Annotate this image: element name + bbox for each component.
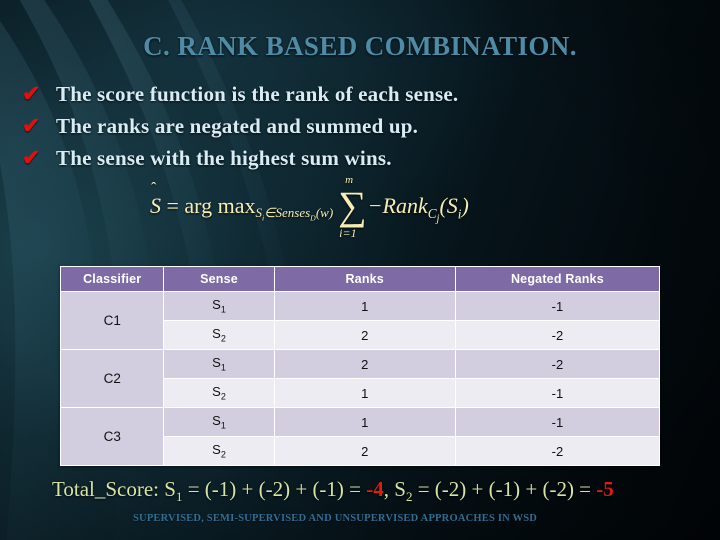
cell-sense-index: 1 — [220, 420, 226, 431]
checkmark-icon: ✔ — [22, 145, 41, 170]
cell-sense-var: S — [212, 355, 221, 371]
checkmark-icon: ✔ — [22, 81, 41, 106]
total-score-s1-index: 1 — [175, 489, 183, 505]
total-score-separator: , — [383, 477, 390, 501]
cell-sense-index: 2 — [220, 449, 226, 460]
cell-sense: S2 — [164, 437, 274, 465]
bullet-text: The score function is the rank of each s… — [56, 82, 459, 106]
total-score-s2-expression: = (-2) + (-1) + (-2) = — [417, 477, 592, 501]
cell-sense: S1 — [164, 350, 274, 378]
cell-rank: 1 — [274, 408, 455, 436]
bullet-text: The ranks are negated and summed up. — [56, 114, 419, 138]
slide-footer: SUPERVISED, SEMI-SUPERVISED AND UNSUPERV… — [133, 513, 538, 524]
cell-sense-index: 1 — [220, 362, 226, 373]
formula-summation-upper-limit: m — [345, 174, 354, 186]
total-score-s2-value: -5 — [596, 477, 614, 501]
column-header-negated-ranks: Negated Ranks — [455, 267, 659, 291]
cell-sense-var: S — [212, 413, 221, 429]
formula-argmax-sub-in: ∈ — [264, 205, 276, 220]
total-score-s1-var: S — [164, 477, 176, 501]
cell-rank: 2 — [274, 321, 455, 349]
column-header-sense: Sense — [164, 267, 274, 291]
slide-canvas: C. RANK BASED COMBINATION. ✔ The score f… — [0, 0, 720, 540]
cell-sense-var: S — [212, 297, 221, 313]
formula-term-arg-close: ) — [461, 193, 469, 218]
checkmark-icon: ✔ — [22, 113, 41, 138]
table-row: C3 S1 1 -1 — [61, 408, 659, 465]
cell-sense-var: S — [212, 384, 221, 400]
cell-sense: S2 — [164, 321, 274, 349]
formula-argmax: arg max — [184, 193, 256, 218]
cell-sense: S1 — [164, 408, 274, 436]
formula-term-minus: − — [367, 193, 383, 218]
formula-sigma-glyph: ∑ — [338, 183, 367, 228]
total-score-line: Total_Score: S1 = (-1) + (-2) + (-1) = -… — [52, 477, 692, 509]
column-header-ranks: Ranks — [274, 267, 455, 291]
formula-argmax-sub-arg: (w) — [315, 205, 334, 220]
table-header-row: Classifier Sense Ranks Negated Ranks — [61, 267, 659, 291]
table-row: C2 S1 2 -2 — [61, 350, 659, 407]
formula-term-name: Rank — [382, 193, 428, 218]
cell-negated: -2 — [455, 321, 659, 349]
cell-rank: 2 — [274, 350, 455, 378]
cell-rank: 1 — [274, 292, 455, 320]
cell-negated: -1 — [455, 292, 659, 320]
cell-sense: S2 — [164, 379, 274, 407]
cell-sense-var: S — [212, 326, 221, 342]
cell-sense-index: 1 — [220, 304, 226, 315]
cell-negated: -1 — [455, 408, 659, 436]
formula-term-arg-var: S — [446, 193, 458, 218]
formula-term-subscript: Cj — [427, 206, 440, 225]
score-formula: ˆS = arg maxSi∈SensesD(w) m ∑ i=1 −RankCj(Si… — [150, 175, 469, 239]
cell-negated: -1 — [455, 379, 659, 407]
cell-classifier: C1 — [61, 292, 164, 349]
cell-classifier: C3 — [61, 408, 164, 465]
formula-summation-lower-limit: i=1 — [339, 225, 357, 240]
bullet-text: The sense with the highest sum wins. — [56, 146, 392, 170]
formula-summation-symbol: m ∑ i=1 — [338, 175, 367, 239]
page-title: C. RANK BASED COMBINATION. — [143, 31, 577, 61]
total-score-label: Total_Score: — [52, 477, 159, 501]
cell-classifier: C2 — [61, 350, 164, 407]
table-body: C1 S1 1 -1 S2 2 -2 C2 S1 2 -2 S2 1 -1 C3… — [61, 292, 659, 465]
total-score-s1-expression: = (-1) + (-2) + (-1) = — [187, 477, 362, 501]
formula-term-arg-open: ( — [439, 193, 447, 218]
bullet-list: ✔ The score function is the rank of each… — [22, 82, 662, 178]
formula-argmax-sub-set: Senses — [275, 205, 311, 220]
table-header: Classifier Sense Ranks Negated Ranks — [61, 267, 659, 291]
cell-negated: -2 — [455, 437, 659, 465]
bullet-item: ✔ The sense with the highest sum wins. — [22, 146, 662, 178]
bullet-item: ✔ The score function is the rank of each… — [22, 82, 662, 114]
cell-rank: 2 — [274, 437, 455, 465]
bullet-item: ✔ The ranks are negated and summed up. — [22, 114, 662, 146]
total-score-s2-var: S — [394, 477, 406, 501]
column-header-classifier: Classifier — [61, 267, 164, 291]
total-score-s1-value: -4 — [366, 477, 384, 501]
cell-rank: 1 — [274, 379, 455, 407]
cell-negated: -2 — [455, 350, 659, 378]
table-row: C1 S1 1 -1 — [61, 292, 659, 349]
formula-term-sub-var: C — [427, 206, 437, 222]
total-score-s2-index: 2 — [405, 489, 413, 505]
formula-lhs: ˆS — [150, 180, 161, 219]
cell-sense-index: 2 — [220, 333, 226, 344]
formula-hat-accent: ˆ — [151, 180, 157, 197]
formula-equals: = — [166, 193, 179, 218]
cell-sense-index: 2 — [220, 391, 226, 402]
cell-sense: S1 — [164, 292, 274, 320]
rank-table: Classifier Sense Ranks Negated Ranks C1 … — [60, 266, 660, 466]
formula-argmax-subscript: Si∈SensesD(w) — [256, 205, 334, 223]
cell-sense-var: S — [212, 442, 221, 458]
